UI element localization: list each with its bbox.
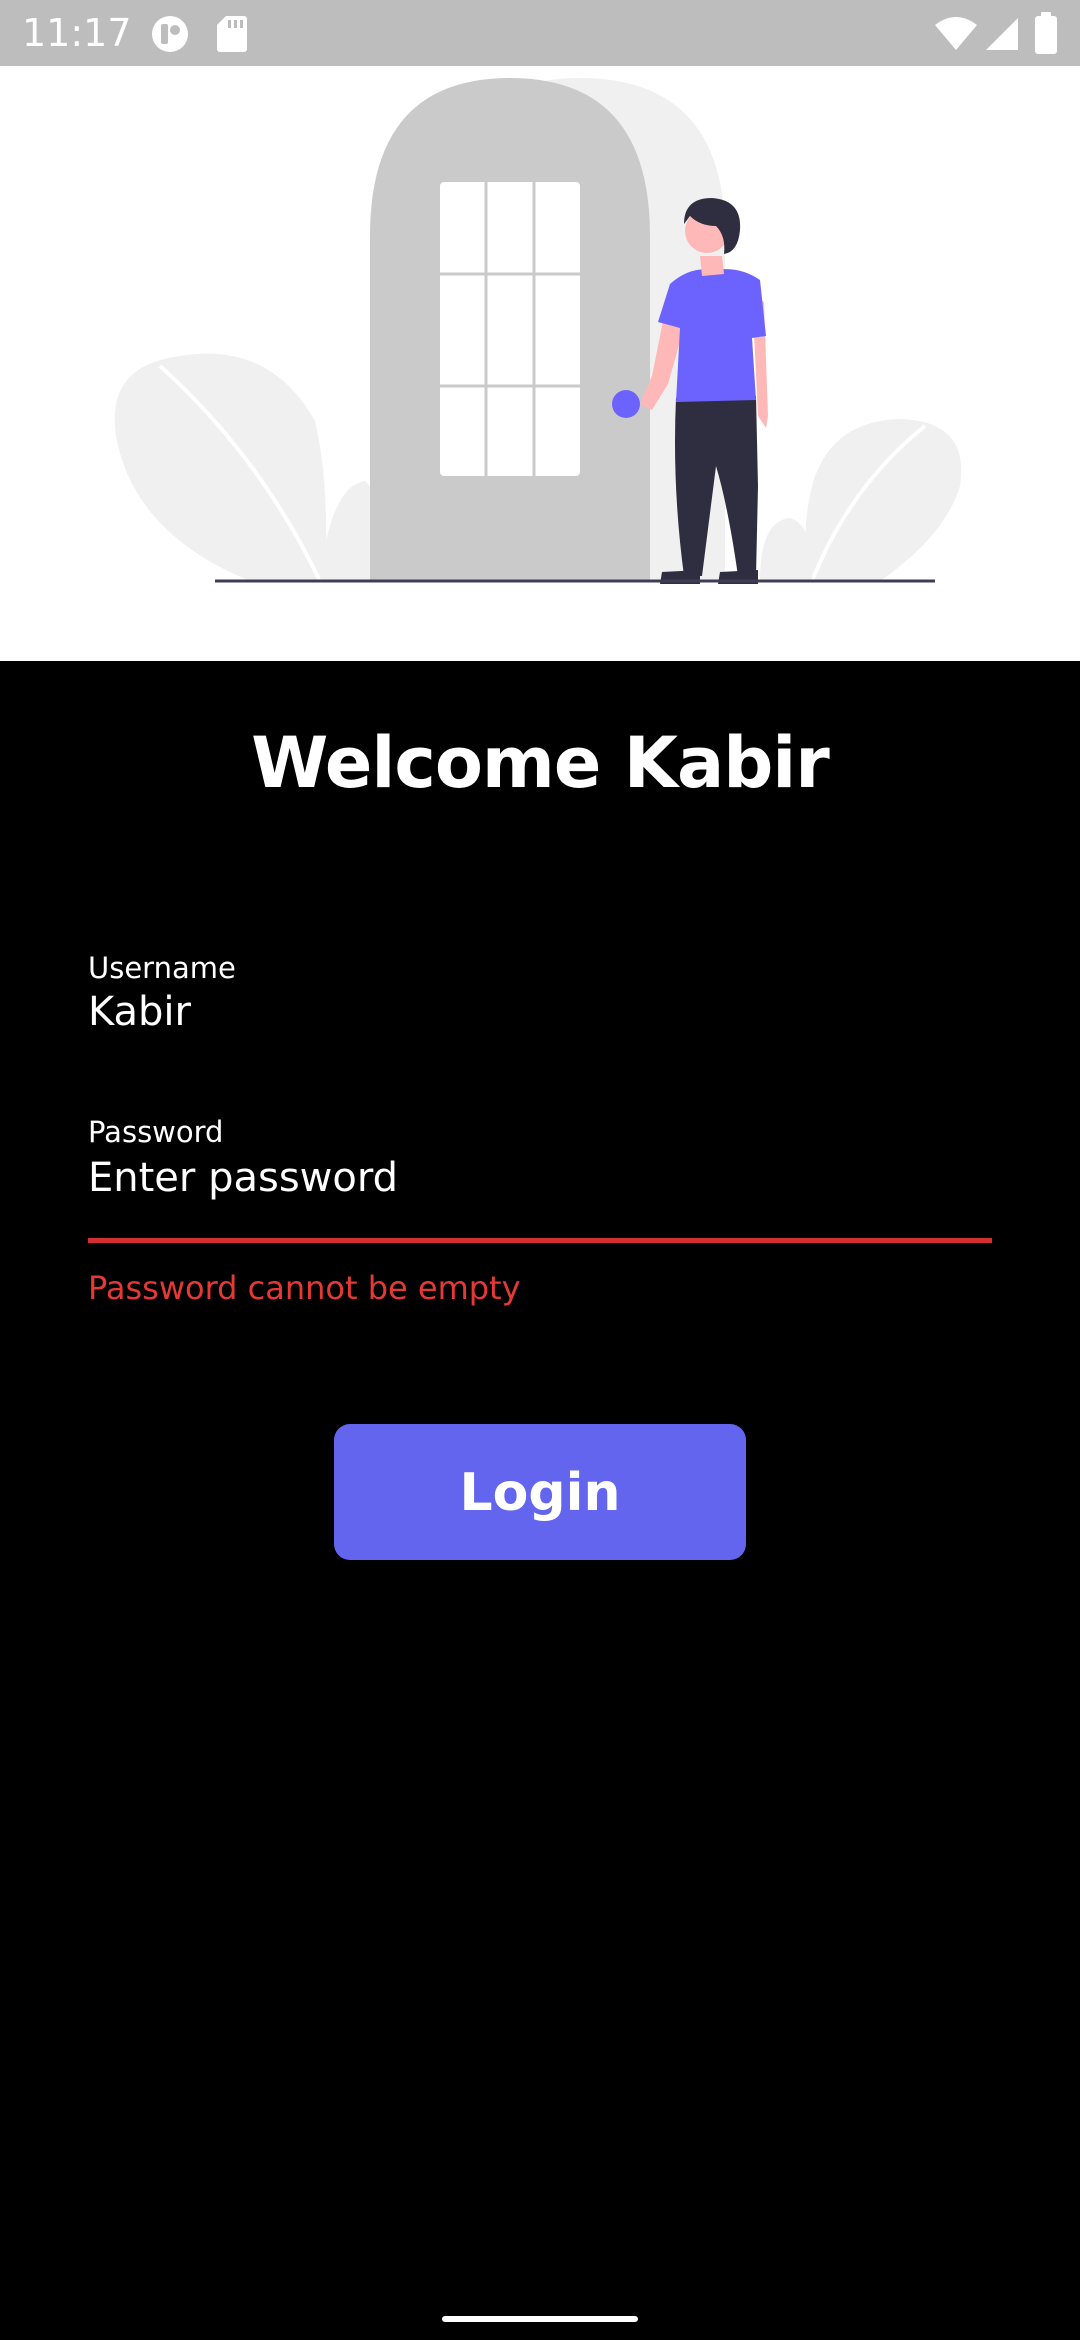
- password-error-underline: [88, 1238, 992, 1243]
- app-notification-icon: [150, 14, 190, 58]
- password-label: Password: [88, 1115, 224, 1149]
- gesture-nav-handle[interactable]: [442, 2316, 638, 2322]
- login-screen: 11:17 Welcome Kabir Username Kabir Passw…: [0, 0, 1080, 2340]
- person-at-door-illustration: [114, 78, 962, 584]
- login-button[interactable]: Login: [334, 1424, 746, 1560]
- welcome-title: Welcome Kabir: [251, 722, 830, 804]
- username-label: Username: [88, 951, 236, 985]
- status-time: 11:17: [22, 11, 132, 55]
- status-bar: 11:17: [0, 0, 1080, 66]
- battery-icon: [1034, 12, 1058, 58]
- password-error-message: Password cannot be empty: [88, 1269, 521, 1307]
- username-field[interactable]: [88, 984, 992, 1040]
- wifi-icon: [934, 16, 978, 56]
- hero-illustration: [0, 66, 1080, 661]
- cellular-signal-icon: [984, 16, 1020, 56]
- sd-card-icon: [216, 14, 248, 58]
- password-field[interactable]: [88, 1150, 992, 1206]
